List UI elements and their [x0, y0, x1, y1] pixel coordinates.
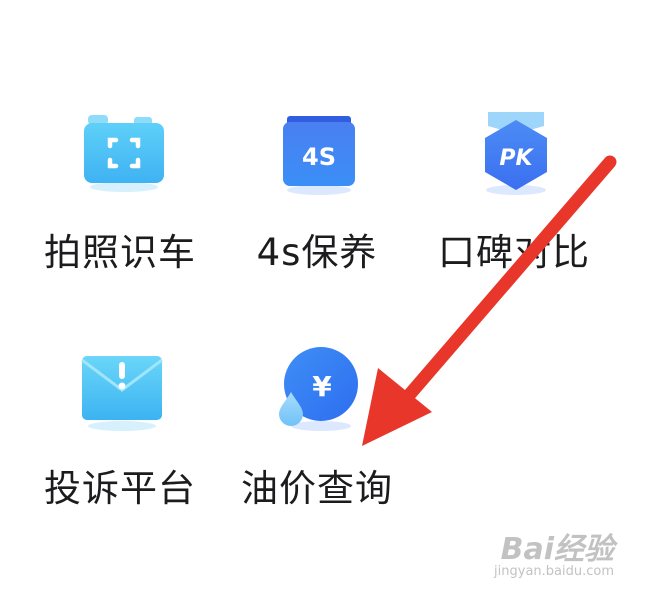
tile-label: 油价查询	[241, 467, 393, 510]
alert-icon-text: !	[80, 349, 81, 351]
tile-complaint-platform[interactable]: ! 投诉平台	[30, 330, 210, 520]
4s-badge-icon: 4S	[227, 100, 407, 220]
yuan-coin-drop-icon: ¥	[227, 330, 407, 450]
tile-oil-price-query[interactable]: ¥ 油价查询	[227, 330, 407, 520]
yuan-icon-text: ¥	[312, 370, 332, 403]
tile-label: 4s保养	[256, 231, 378, 274]
watermark: Bai经验 jingyan.baidu.com	[494, 524, 614, 579]
tile-label: 拍照识车	[44, 231, 196, 274]
tile-reputation-compare[interactable]: PK 口碑对比	[424, 100, 604, 290]
tile-label: 口碑对比	[438, 231, 590, 274]
envelope-alert-icon: !	[30, 330, 210, 450]
tile-4s-maintenance[interactable]: 4S 4s保养	[227, 100, 407, 290]
tile-label: 投诉平台	[44, 467, 196, 510]
4s-icon-text: 4S	[302, 143, 336, 171]
pk-hexagon-icon: PK	[424, 100, 604, 220]
watermark-sub: jingyan.baidu.com	[494, 564, 614, 579]
tile-photo-car-recognition[interactable]: 拍照识车	[30, 100, 210, 290]
app-screen: { "grid": { "items": [ {"label": "拍照识车",…	[0, 0, 648, 597]
camera-scan-icon	[30, 100, 210, 220]
watermark-main: Bai经验	[500, 532, 614, 567]
pk-icon-text: PK	[499, 146, 534, 171]
